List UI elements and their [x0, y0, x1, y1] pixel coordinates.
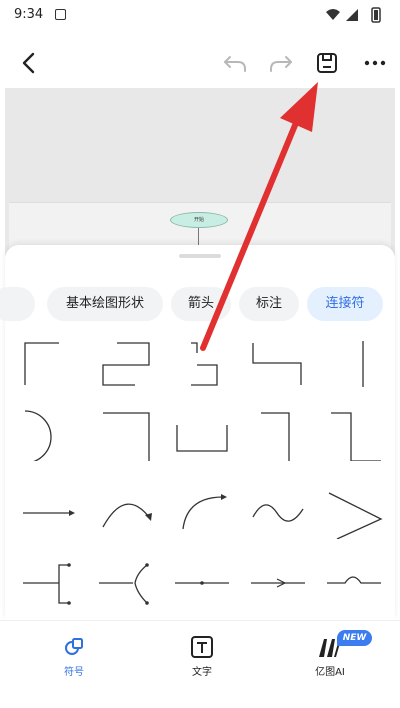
symbol-panel: 基本绘图形状 箭头 标注 连接符: [0, 245, 395, 620]
connector-straight-arrow[interactable]: [19, 487, 81, 539]
battery-icon: [371, 7, 381, 23]
more-icon[interactable]: [360, 48, 390, 78]
diagram-canvas[interactable]: 开始: [5, 88, 395, 258]
connector-wave[interactable]: [247, 487, 309, 539]
connector-corner-down[interactable]: [95, 409, 157, 461]
connector-bracket-split[interactable]: [19, 559, 81, 611]
connector-brace-split[interactable]: [95, 559, 157, 611]
signal-icon: [346, 9, 358, 21]
tab-basic-shapes[interactable]: 基本绘图形状: [47, 287, 163, 321]
tab-previous-partial[interactable]: [0, 287, 35, 321]
nav-symbols[interactable]: 符号: [34, 635, 114, 681]
tab-callouts[interactable]: 标注: [239, 287, 299, 321]
redo-icon[interactable]: [266, 48, 296, 78]
status-time: 9:34: [14, 7, 44, 22]
bottom-navigation: 符号 文字 NEW 亿图AI: [0, 620, 400, 708]
connector-z-vertical[interactable]: [323, 409, 385, 461]
connector-zigzag[interactable]: [323, 487, 385, 539]
category-tabs: 基本绘图形状 箭头 标注 连接符: [0, 287, 395, 321]
connector-line-hop[interactable]: [323, 559, 385, 611]
new-badge: NEW: [337, 630, 372, 646]
notification-icon: [55, 9, 66, 20]
connector-z-shape[interactable]: [95, 337, 157, 389]
tab-arrows[interactable]: 箭头: [171, 287, 231, 321]
connector-midpoint-arrow[interactable]: [247, 559, 309, 611]
nav-text-label: 文字: [192, 667, 212, 678]
connector-vertical[interactable]: [323, 337, 385, 389]
status-bar: 9:34: [0, 0, 400, 30]
tab-connectors[interactable]: 连接符: [307, 287, 383, 321]
connector-dot-line[interactable]: [171, 559, 233, 611]
nav-symbols-label: 符号: [64, 667, 84, 678]
shapes-icon: [65, 638, 83, 655]
connector-corner-right[interactable]: [247, 409, 309, 461]
connector-u-shape[interactable]: [171, 409, 233, 461]
wifi-icon: [326, 9, 340, 20]
status-indicators: [326, 7, 381, 23]
nav-ai-label: 亿图AI: [315, 667, 345, 678]
drag-handle[interactable]: [179, 254, 221, 258]
connector-arc[interactable]: [19, 409, 81, 461]
connector-bracket-right[interactable]: [171, 337, 233, 389]
save-icon[interactable]: [312, 48, 342, 78]
connector-step-up[interactable]: [19, 337, 81, 389]
undo-icon[interactable]: [220, 48, 250, 78]
start-node[interactable]: 开始: [170, 212, 228, 228]
editor-toolbar: [0, 40, 400, 86]
connector-step-down[interactable]: [247, 337, 309, 389]
text-icon: [191, 636, 213, 658]
nav-ai[interactable]: NEW 亿图AI: [290, 630, 372, 681]
chevron-left-icon[interactable]: [14, 48, 44, 78]
connector-curved-arrow-arc[interactable]: [95, 487, 157, 539]
connector-quarter-arc-arrow[interactable]: [171, 487, 233, 539]
nav-text[interactable]: 文字: [162, 635, 242, 681]
